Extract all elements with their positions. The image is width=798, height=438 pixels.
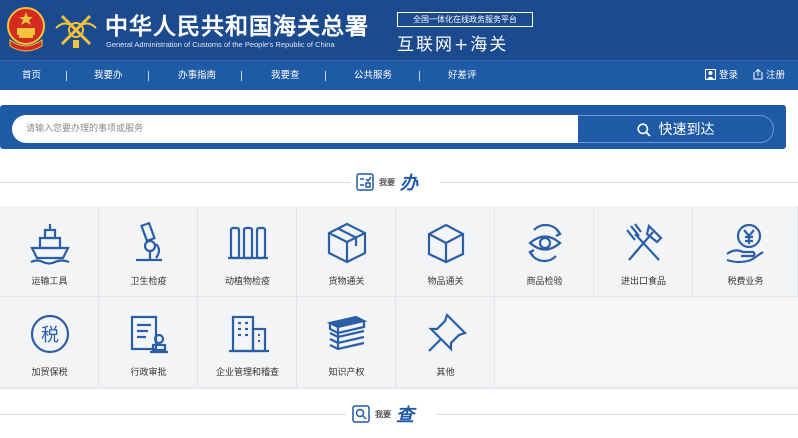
service-tile-health-quarantine[interactable]: 卫生检疫 xyxy=(99,206,198,297)
nav-item-guide[interactable]: 办事指南 xyxy=(178,61,216,91)
tax-fee-hand-icon xyxy=(726,223,764,264)
service-grid: 运输工具 卫生检疫 动植物检疫 货物通关 物品通关 商品检验 进出口食品 税费业… xyxy=(0,206,798,390)
service-tile-admin-approval[interactable]: 行政审批 xyxy=(99,297,198,388)
service-label: 加贸保税 xyxy=(31,368,68,378)
section-label-prefix: 我要 xyxy=(375,409,391,419)
customs-logo-icon xyxy=(55,14,97,48)
nav-separator xyxy=(241,71,242,81)
divider xyxy=(0,182,350,183)
service-label: 其他 xyxy=(436,368,455,378)
search-band: 快速到达 xyxy=(0,90,798,166)
main-nav: 首页 我要办 办事指南 我要查 公共服务 好差评 登录 注册 xyxy=(0,60,798,90)
section-label: 我要 办 xyxy=(356,172,418,194)
section-label-prefix: 我要 xyxy=(379,177,395,187)
service-label: 物品通关 xyxy=(427,277,464,287)
approval-stamp-icon xyxy=(130,315,168,354)
service-tile-ip[interactable]: 知识产权 xyxy=(297,297,396,388)
service-label: 企业管理和稽查 xyxy=(215,368,279,378)
section-label-main: 查 xyxy=(396,405,414,426)
service-label: 动植物检疫 xyxy=(224,277,270,287)
quick-access-label: 快速到达 xyxy=(658,122,715,138)
login-label: 登录 xyxy=(719,70,739,81)
checklist-icon xyxy=(356,173,374,191)
register-label: 注册 xyxy=(766,70,786,81)
platform-badge: 全国一体化在线政务服务平台 互联网+海关 xyxy=(397,12,537,56)
nav-separator xyxy=(148,71,149,81)
nav-item-public-service[interactable]: 公共服务 xyxy=(354,61,392,91)
site-title: 中华人民共和国海关总署 xyxy=(105,13,369,40)
nav-separator xyxy=(66,71,67,81)
section-heading-handle: 我要 办 xyxy=(0,172,798,194)
fork-knife-icon xyxy=(626,223,663,261)
site-header: 中华人民共和国海关总署 General Administration of Cu… xyxy=(0,0,798,60)
tax-circle-icon: 税 xyxy=(30,314,70,354)
cargo-box-icon xyxy=(327,222,367,264)
platform-tag: 全国一体化在线政务服务平台 xyxy=(397,12,533,27)
service-tile-commodity-inspection[interactable]: 商品检验 xyxy=(495,206,594,297)
section-label: 我要 查 xyxy=(352,404,414,426)
nav-separator xyxy=(325,71,326,81)
nav-item-query[interactable]: 我要查 xyxy=(271,61,300,91)
service-tile-enterprise-audit[interactable]: 企业管理和稽查 xyxy=(198,297,297,388)
quarantine-icon xyxy=(228,226,268,260)
parcel-icon xyxy=(427,223,465,264)
inspection-eye-icon xyxy=(528,223,562,263)
service-tile-other[interactable]: 其他 xyxy=(396,297,495,388)
search-doc-icon xyxy=(352,405,370,423)
login-link[interactable]: 登录 xyxy=(705,61,738,91)
service-tile-animal-plant-quarantine[interactable]: 动植物检疫 xyxy=(198,206,297,297)
service-label: 知识产权 xyxy=(328,368,365,378)
building-icon xyxy=(229,315,269,353)
national-emblem-icon xyxy=(7,7,45,52)
nav-item-handle[interactable]: 我要办 xyxy=(94,61,123,91)
service-tile-transport[interactable]: 运输工具 xyxy=(0,206,99,297)
service-label: 商品检验 xyxy=(526,277,563,287)
service-tile-goods-clearance[interactable]: 物品通关 xyxy=(396,206,495,297)
service-label: 税费业务 xyxy=(727,277,764,287)
search-icon xyxy=(636,123,651,137)
divider xyxy=(0,414,346,415)
svg-text:税: 税 xyxy=(41,325,59,346)
service-label: 货物通关 xyxy=(328,277,365,287)
user-icon xyxy=(705,69,716,80)
service-tile-tax-fee[interactable]: 税费业务 xyxy=(693,206,798,297)
nav-item-evaluation[interactable]: 好差评 xyxy=(448,61,477,91)
nav-item-home[interactable]: 首页 xyxy=(22,61,41,91)
section-heading-query: 我要 查 xyxy=(0,404,798,426)
divider xyxy=(436,414,798,415)
empty-cell xyxy=(495,297,798,388)
platform-name: 互联网+海关 xyxy=(397,35,509,55)
ship-icon xyxy=(30,224,70,265)
divider xyxy=(440,182,798,183)
register-link[interactable]: 注册 xyxy=(753,61,785,91)
quick-access-button[interactable]: 快速到达 xyxy=(578,115,774,143)
service-tile-bonded-processing[interactable]: 税 加贸保税 xyxy=(0,297,99,388)
pin-icon xyxy=(428,312,468,352)
service-tile-cargo-clearance[interactable]: 货物通关 xyxy=(297,206,396,297)
service-label: 运输工具 xyxy=(31,277,68,287)
register-icon xyxy=(753,68,763,80)
section-label-main: 办 xyxy=(400,173,418,194)
site-subtitle: General Administration of Customs of the… xyxy=(106,40,335,49)
nav-separator xyxy=(419,71,420,81)
search-input[interactable] xyxy=(12,115,578,143)
service-tile-food[interactable]: 进出口食品 xyxy=(594,206,693,297)
books-stack-icon xyxy=(326,315,368,351)
service-label: 进出口食品 xyxy=(620,277,666,287)
microscope-icon xyxy=(136,221,162,262)
service-label: 行政审批 xyxy=(130,368,167,378)
service-label: 卫生检疫 xyxy=(130,277,167,287)
